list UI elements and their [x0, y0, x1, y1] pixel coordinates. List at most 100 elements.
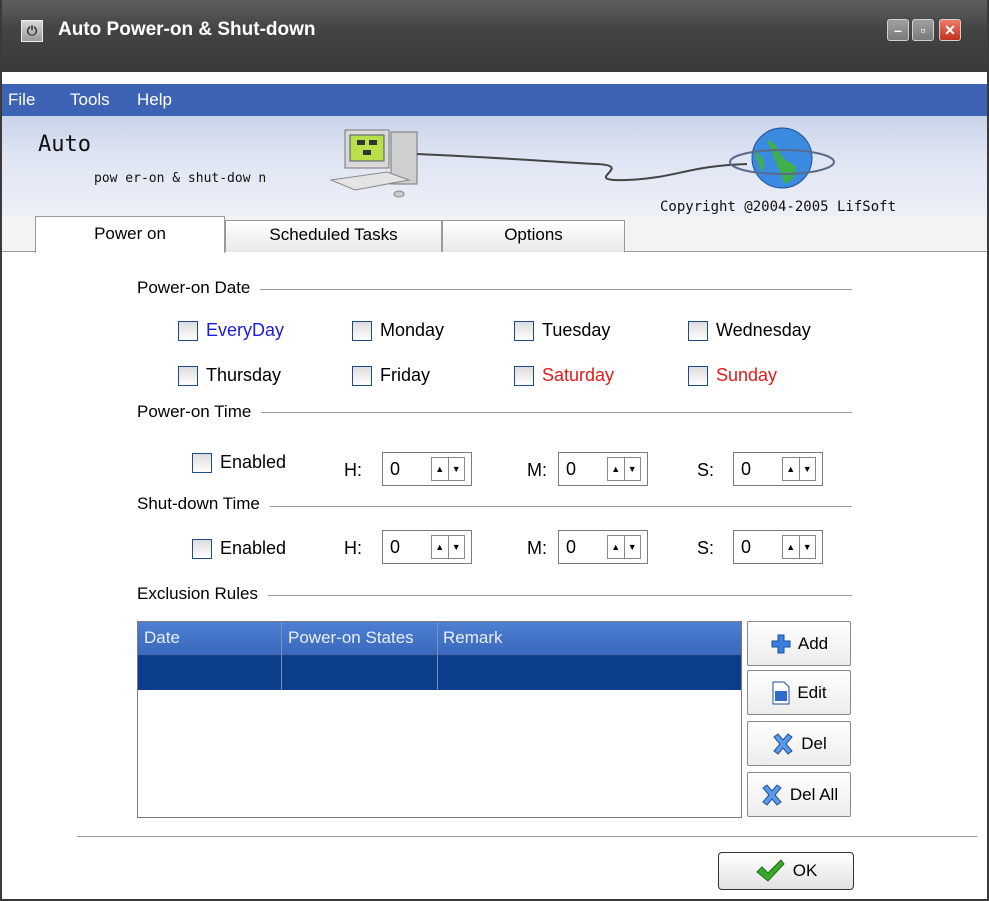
power-on-time-label: Power-on Time — [137, 402, 262, 422]
window-title: Auto Power-on & Shut-down — [58, 19, 316, 40]
shutdown-hour-stepper[interactable]: 0 ▲ ▼ — [382, 530, 472, 564]
stepper-arrows[interactable]: ▲ ▼ — [782, 457, 816, 481]
stepper-value[interactable]: 0 — [566, 537, 576, 558]
ok-button[interactable]: OK — [718, 852, 854, 890]
down-arrow-icon[interactable]: ▼ — [800, 458, 816, 480]
column-divider — [437, 622, 438, 690]
down-arrow-icon[interactable]: ▼ — [800, 536, 816, 558]
checkbox-label: Monday — [380, 320, 445, 340]
power-on-minute-stepper[interactable]: 0 ▲ ▼ — [558, 452, 648, 486]
shutdown-minute-stepper[interactable]: 0 ▲ ▼ — [558, 530, 648, 564]
checkbox-box[interactable] — [178, 365, 198, 386]
checkbox-box[interactable] — [192, 452, 212, 473]
table-row[interactable] — [138, 656, 741, 690]
stepper-value[interactable]: 0 — [390, 459, 400, 480]
checkbox-box[interactable] — [192, 538, 212, 559]
shutdown-time-label: Shut-down Time — [137, 494, 270, 514]
up-arrow-icon[interactable]: ▲ — [432, 536, 449, 558]
divider — [77, 836, 977, 837]
power-on-second-stepper[interactable]: 0 ▲ ▼ — [733, 452, 823, 486]
column-header-remark[interactable]: Remark — [443, 628, 503, 648]
x-delete-icon — [760, 783, 784, 807]
up-arrow-icon[interactable]: ▲ — [783, 536, 800, 558]
checkbox-label: Thursday — [206, 365, 282, 385]
tab-options[interactable]: Options — [442, 220, 625, 252]
column-header-power-on-states[interactable]: Power-on States — [288, 628, 414, 648]
checkbox-box[interactable] — [688, 365, 708, 386]
column-divider — [281, 622, 282, 690]
checkbox-box[interactable] — [178, 320, 198, 341]
up-arrow-icon[interactable]: ▲ — [608, 536, 625, 558]
second-label: S: — [697, 538, 715, 558]
title-bar[interactable]: ⏻ Auto Power-on & Shut-down – ▫ ✕ — [2, 0, 987, 72]
power-on-panel: Power-on Date EveryDay Monday Tuesday We… — [2, 252, 987, 899]
stepper-arrows[interactable]: ▲ ▼ — [431, 535, 465, 559]
delete-button[interactable]: Del — [747, 721, 851, 766]
minimize-button[interactable]: – — [887, 19, 909, 41]
checkbox-box[interactable] — [352, 320, 372, 341]
checkbox-monday[interactable]: Monday — [352, 320, 444, 341]
checkbox-box[interactable] — [514, 320, 534, 341]
delete-button-label: Del — [801, 733, 827, 753]
down-arrow-icon[interactable]: ▼ — [625, 536, 641, 558]
power-on-hour-stepper[interactable]: 0 ▲ ▼ — [382, 452, 472, 486]
checkbox-label: Enabled — [220, 452, 287, 472]
checkbox-sunday[interactable]: Sunday — [688, 365, 777, 386]
computer-globe-illustration — [329, 127, 835, 198]
checkbox-friday[interactable]: Friday — [352, 365, 430, 386]
checkbox-label: Enabled — [220, 538, 287, 558]
stepper-arrows[interactable]: ▲ ▼ — [431, 457, 465, 481]
menu-tools[interactable]: Tools — [70, 90, 110, 110]
power-on-date-label: Power-on Date — [137, 278, 261, 298]
stepper-value[interactable]: 0 — [741, 537, 751, 558]
delete-all-button[interactable]: Del All — [747, 772, 851, 817]
add-button[interactable]: Add — [747, 621, 851, 666]
checkbox-box[interactable] — [688, 320, 708, 341]
tab-scheduled-tasks[interactable]: Scheduled Tasks — [225, 220, 442, 252]
checkbox-wednesday[interactable]: Wednesday — [688, 320, 811, 341]
close-button[interactable]: ✕ — [939, 19, 961, 41]
copyright-text: Copyright @2004-2005 LifSoft — [660, 199, 897, 215]
checkbox-saturday[interactable]: Saturday — [514, 365, 614, 386]
banner-subtitle: pow er-on & shut-dow n — [94, 171, 267, 186]
x-delete-icon — [771, 732, 795, 756]
checkbox-everyday[interactable]: EveryDay — [178, 320, 284, 341]
down-arrow-icon[interactable]: ▼ — [449, 536, 465, 558]
app-icon: ⏻ — [21, 20, 43, 42]
stepper-value[interactable]: 0 — [741, 459, 751, 480]
exclusion-rules-table[interactable]: Date Power-on States Remark — [137, 621, 742, 818]
maximize-button[interactable]: ▫ — [912, 19, 934, 41]
menu-help[interactable]: Help — [137, 90, 172, 110]
stepper-arrows[interactable]: ▲ ▼ — [782, 535, 816, 559]
checkbox-label: Sunday — [716, 365, 778, 385]
stepper-value[interactable]: 0 — [566, 459, 576, 480]
checkbox-power-on-enabled[interactable]: Enabled — [192, 452, 286, 473]
column-header-date[interactable]: Date — [144, 628, 180, 648]
checkbox-shutdown-enabled[interactable]: Enabled — [192, 538, 286, 559]
stepper-arrows[interactable]: ▲ ▼ — [607, 535, 641, 559]
hour-label: H: — [344, 538, 362, 558]
banner-title: Auto — [38, 132, 91, 157]
stepper-value[interactable]: 0 — [390, 537, 400, 558]
shutdown-second-stepper[interactable]: 0 ▲ ▼ — [733, 530, 823, 564]
down-arrow-icon[interactable]: ▼ — [449, 458, 465, 480]
up-arrow-icon[interactable]: ▲ — [783, 458, 800, 480]
up-arrow-icon[interactable]: ▲ — [608, 458, 625, 480]
edit-button[interactable]: Edit — [747, 670, 851, 715]
checkbox-box[interactable] — [514, 365, 534, 386]
delete-all-button-label: Del All — [789, 784, 839, 804]
checkbox-label: EveryDay — [206, 320, 285, 340]
down-arrow-icon[interactable]: ▼ — [625, 458, 641, 480]
tab-power-on[interactable]: Power on — [35, 216, 225, 253]
checkbox-tuesday[interactable]: Tuesday — [514, 320, 610, 341]
exclusion-rules-label: Exclusion Rules — [137, 584, 268, 604]
checkmark-icon — [755, 859, 785, 883]
checkbox-thursday[interactable]: Thursday — [178, 365, 281, 386]
stepper-arrows[interactable]: ▲ ▼ — [607, 457, 641, 481]
minute-label: M: — [527, 460, 547, 480]
checkbox-label: Wednesday — [716, 320, 811, 340]
banner: Auto pow er-on & shut-dow n Copyright @2… — [2, 116, 987, 222]
checkbox-box[interactable] — [352, 365, 372, 386]
up-arrow-icon[interactable]: ▲ — [432, 458, 449, 480]
menu-file[interactable]: File — [8, 90, 35, 110]
